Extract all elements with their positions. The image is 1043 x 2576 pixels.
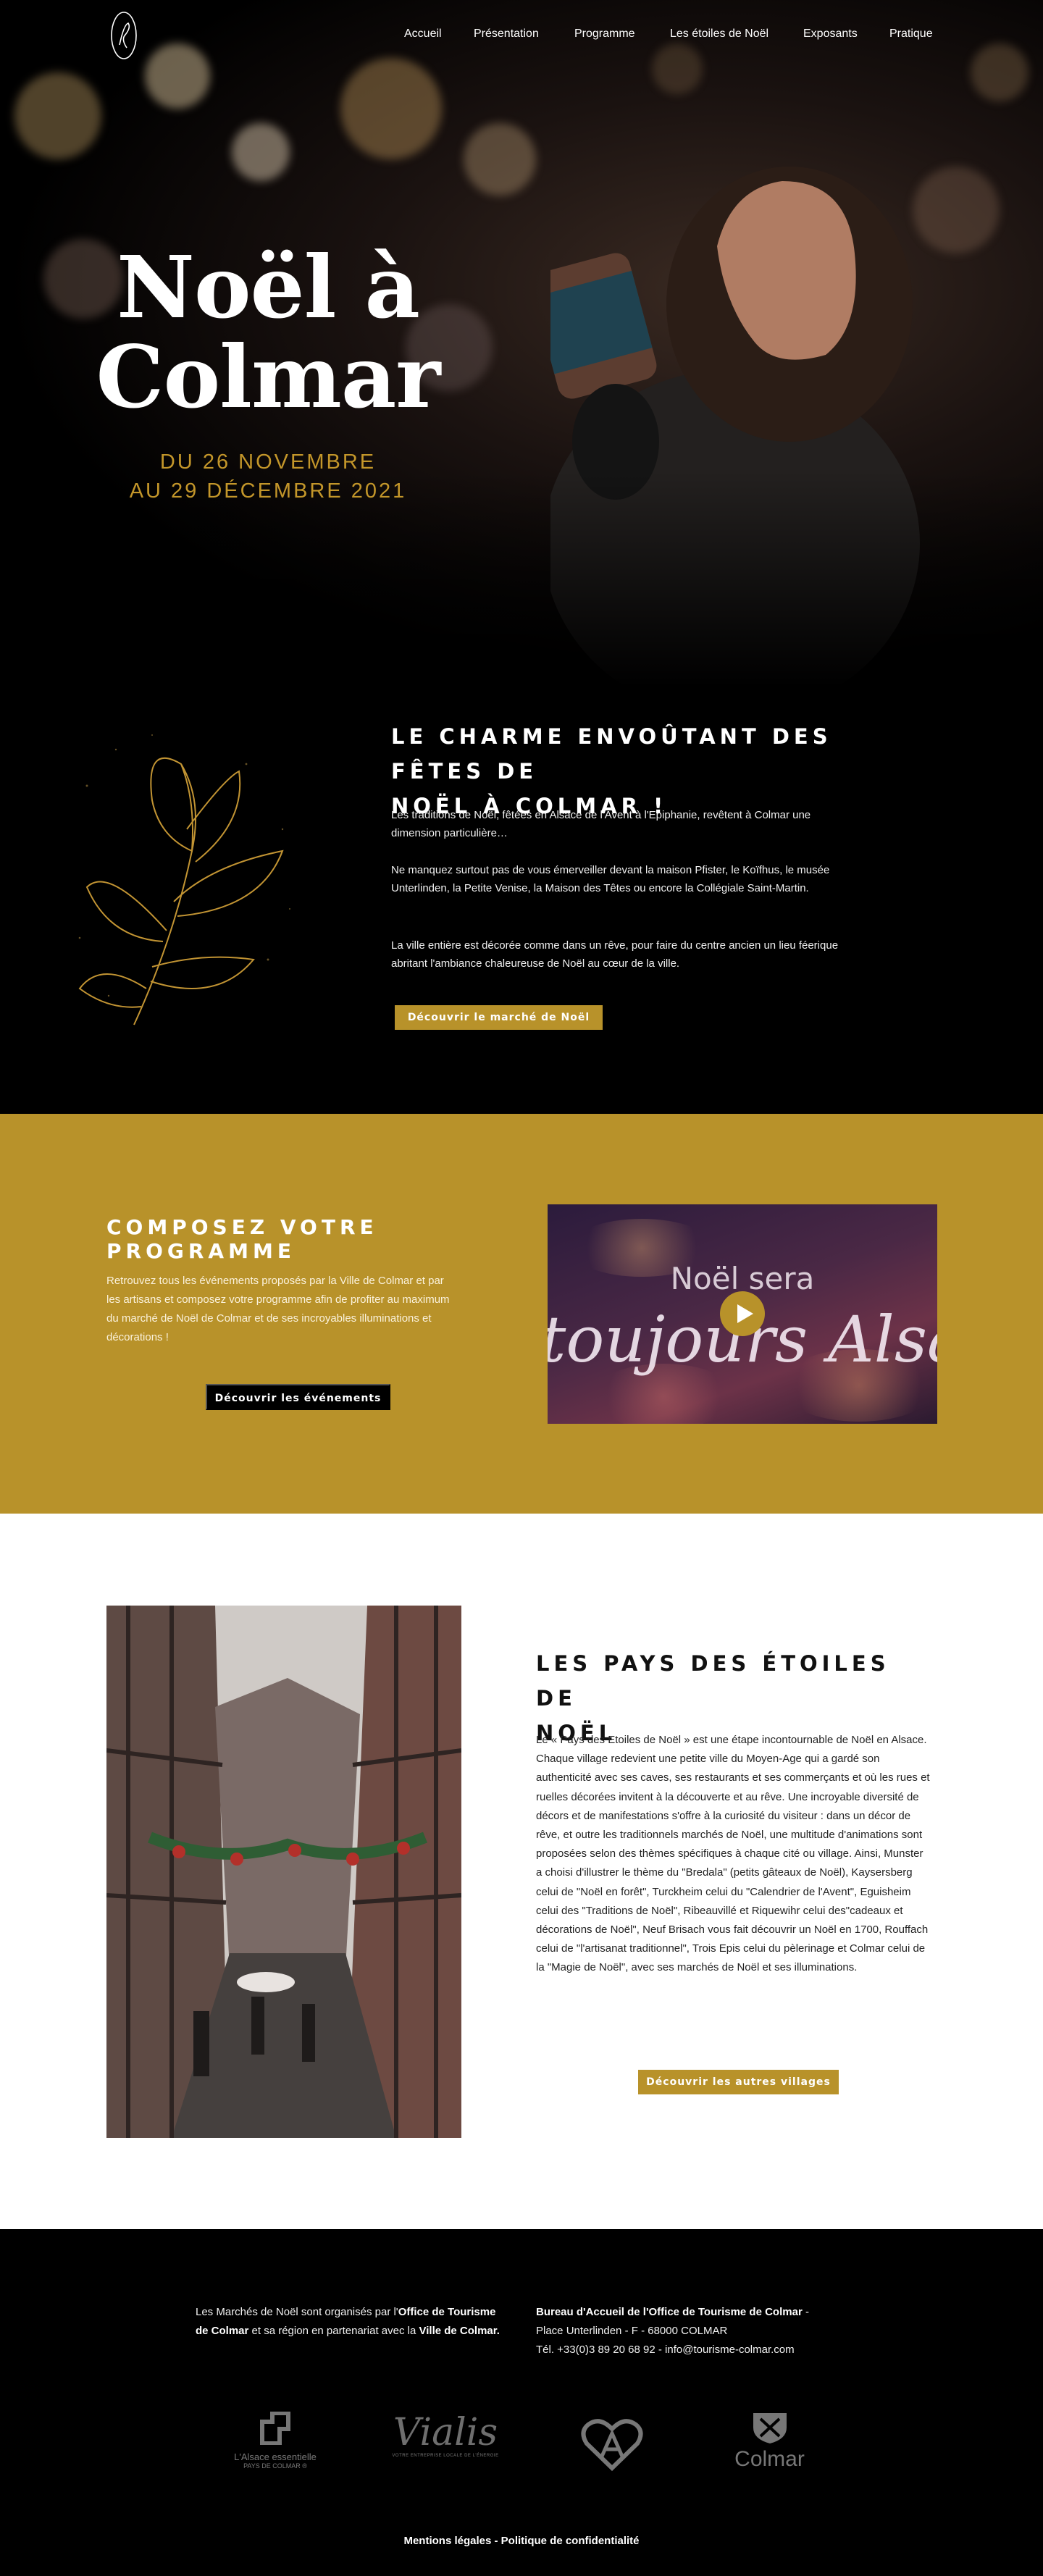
hero-section: Accueil Présentation Programme Les étoil…	[0, 0, 1043, 684]
golden-leaf-illustration	[78, 734, 290, 1025]
charme-paragraph-1: Les traditions de Noël, fêtées en Alsace…	[391, 809, 811, 839]
partner2-sub: VOTRE ENTREPRISE LOCALE DE L'ÉNERGIE	[392, 2454, 499, 2458]
footer-organizers: Les Marchés de Noël sont organisés par l…	[196, 2303, 507, 2341]
hero-title-line2: Colmar	[96, 327, 441, 427]
bokeh-light	[14, 72, 101, 159]
alsace-logo-icon	[260, 2411, 290, 2446]
hero-title-line1: Noël à	[116, 237, 420, 337]
partner-alsace-essentielle[interactable]: L'Alsace essentielle PAYS DE COLMAR ®	[217, 2411, 333, 2470]
charme-paragraph-3: La ville entière est décorée comme dans …	[391, 939, 839, 970]
logo-icon[interactable]	[109, 10, 138, 61]
nav-item-accueil[interactable]: Accueil	[404, 28, 442, 41]
hero-dates: DU 26 NOVEMBRE AU 29 DÉCEMBRE 2021	[72, 448, 464, 505]
charme-paragraph-2: Ne manquez surtout pas de vous émerveill…	[391, 864, 830, 894]
nav-item-etoiles[interactable]: Les étoiles de Noël	[670, 28, 768, 41]
partner-colmar-heart[interactable]	[579, 2417, 645, 2476]
charme-section: LE CHARME ENVOÛTANT DES FÊTES DE NOËL À …	[0, 684, 1043, 1114]
video-player[interactable]: Noël sera toujours Alsacien	[548, 1204, 937, 1424]
bokeh-light	[340, 58, 442, 159]
bokeh-light	[971, 43, 1029, 101]
partner-vialis[interactable]: Vialis VOTRE ENTREPRISE LOCALE DE L'ÉNER…	[391, 2412, 500, 2458]
privacy-policy-link[interactable]: Politique de confidentialité	[501, 2535, 640, 2547]
legal-links: Mentions légales - Politique de confiden…	[0, 2535, 1043, 2547]
footer-office-dash: -	[802, 2306, 809, 2318]
footer-contact: Bureau d'Accueil de l'Office de Tourisme…	[536, 2303, 869, 2359]
footer-org-text-c: et sa région en partenariat avec la	[248, 2325, 419, 2337]
footer-org-city: Ville de Colmar.	[419, 2325, 500, 2337]
nav-item-presentation[interactable]: Présentation	[474, 28, 539, 41]
nav-item-exposants[interactable]: Exposants	[803, 28, 858, 41]
partner4-name: Colmar	[734, 2447, 805, 2471]
etoiles-text: Le « Pays des Etoiles de Noël » est une …	[536, 1731, 931, 1978]
footer-phone-email[interactable]: Tél. +33(0)3 89 20 68 92 - info@tourisme…	[536, 2344, 795, 2356]
hero-title: Noël à Colmar	[72, 243, 464, 422]
etoiles-section: LES PAYS DES ÉTOILES DE NOËL Le « Pays d…	[0, 1514, 1043, 2229]
colmar-shield-icon	[753, 2413, 787, 2443]
programme-text: Retrouvez tous les événements proposés p…	[106, 1275, 450, 1343]
partner-colmar[interactable]: Colmar	[721, 2412, 818, 2472]
footer-org-text-a: Les Marchés de Noël sont organisés par l…	[196, 2306, 398, 2318]
heart-a-logo-icon	[581, 2419, 643, 2472]
etoiles-text-body: Chaque village redevient une petite vill…	[536, 1753, 930, 1974]
page: Accueil Présentation Programme Les étoil…	[0, 0, 1043, 2576]
discover-villages-button[interactable]: Découvrir les autres villages	[638, 2070, 839, 2094]
charme-title-line1: LE CHARME ENVOÛTANT DES FÊTES DE	[391, 724, 832, 784]
play-icon[interactable]	[720, 1291, 765, 1336]
partner2-name: Vialis	[393, 2411, 498, 2454]
programme-section: COMPOSEZ VOTRE PROGRAMME Retrouvez tous …	[0, 1114, 1043, 1514]
etoiles-title-line1: LES PAYS DES ÉTOILES DE	[536, 1651, 890, 1711]
footer-address: Place Unterlinden - F - 68000 COLMAR	[536, 2325, 728, 2337]
footer-office-title: Bureau d'Accueil de l'Office de Tourisme…	[536, 2306, 803, 2318]
programme-title: COMPOSEZ VOTRE PROGRAMME	[106, 1215, 378, 1263]
partner1-sub: PAYS DE COLMAR ®	[243, 2462, 307, 2470]
legal-notice-link[interactable]: Mentions légales	[403, 2535, 491, 2547]
etoiles-text-intro: Le « Pays des Etoiles de Noël » est une …	[536, 1734, 927, 1746]
hero-date-end: AU 29 DÉCEMBRE 2021	[129, 479, 407, 503]
alsace-street-photo	[106, 1606, 461, 2138]
bokeh-light	[652, 43, 703, 94]
partner1-name: L'Alsace essentielle	[234, 2451, 317, 2462]
discover-events-button[interactable]: Découvrir les événements	[206, 1384, 390, 1410]
nav-item-programme[interactable]: Programme	[574, 28, 635, 41]
legal-separator: -	[491, 2535, 501, 2547]
nav-item-pratique[interactable]: Pratique	[889, 28, 933, 41]
bokeh-light	[145, 43, 210, 109]
bokeh-light	[464, 123, 536, 196]
hero-date-start: DU 26 NOVEMBRE	[159, 450, 377, 474]
discover-market-button[interactable]: Découvrir le marché de Noël	[395, 1005, 603, 1030]
bokeh-light	[232, 123, 290, 181]
footer: Les Marchés de Noël sont organisés par l…	[0, 2229, 1043, 2576]
